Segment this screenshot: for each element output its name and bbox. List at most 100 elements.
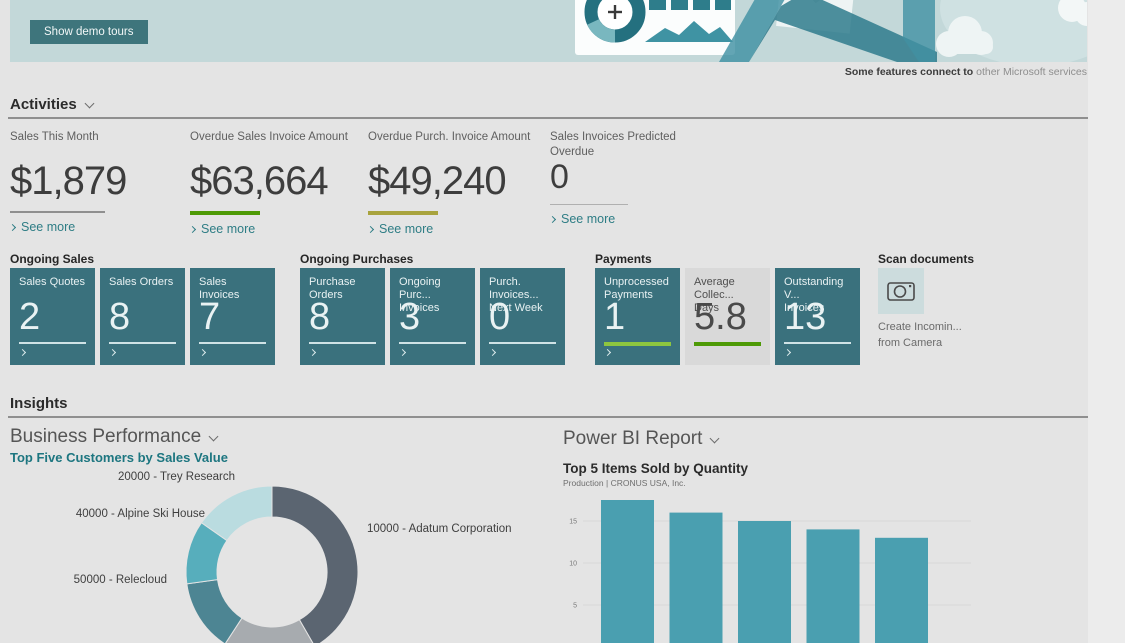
kpi-label: Sales Invoices Predicted Overdue: [550, 130, 720, 159]
bar[interactable]: [601, 500, 654, 643]
cue-tile[interactable]: Purch. Invoices...Next Week0: [480, 268, 565, 365]
kpi-value[interactable]: $49,240: [368, 159, 538, 203]
scan-documents-caption[interactable]: Create Incomin...from Camera: [878, 320, 962, 352]
tile-group-title: Ongoing Purchases: [300, 252, 413, 266]
chevron-right-icon: [784, 349, 791, 356]
tile-status-underline: [694, 342, 761, 346]
camera-icon: [878, 268, 924, 314]
donut-segment[interactable]: [272, 486, 358, 643]
microsoft-services-footnote: Some features connect to other Microsoft…: [845, 66, 1087, 78]
kpi-label: Sales This Month: [10, 130, 180, 159]
cue-tile[interactable]: Sales Invoices7: [190, 268, 275, 365]
insights-divider: [8, 416, 1088, 418]
tile-value: 7: [199, 298, 220, 336]
chevron-right-icon: [399, 349, 406, 356]
kpi-0: Sales This Month$1,879 See more: [10, 130, 180, 234]
bar[interactable]: [670, 513, 723, 643]
kpi-2: Overdue Purch. Invoice Amount$49,240See …: [368, 130, 538, 236]
donut-chart-title[interactable]: Top Five Customers by Sales Value: [10, 450, 228, 465]
tile-value: 2: [19, 298, 40, 336]
kpi-status-underline: [10, 211, 105, 213]
kpi-3: Sales Invoices Predicted Overdue0 See mor…: [550, 130, 720, 226]
chevron-right-icon: [199, 349, 206, 356]
cue-tile[interactable]: Purchase Orders8: [300, 268, 385, 365]
chevron-right-icon: [489, 349, 496, 356]
kpi-status-underline: [190, 211, 260, 215]
scan-documents-title: Scan documents: [878, 252, 974, 266]
see-more-link[interactable]: See more: [550, 212, 720, 226]
see-more-link[interactable]: See more: [10, 220, 180, 234]
business-performance-header[interactable]: Business Performance: [10, 426, 217, 448]
scan-documents-tile[interactable]: [878, 268, 924, 314]
kpi-status-underline: [368, 211, 438, 215]
chevron-right-icon: [309, 349, 316, 356]
chevron-right-icon: [189, 226, 196, 233]
kpi-value[interactable]: 0: [550, 159, 720, 196]
powerbi-report-title: Power BI Report: [563, 428, 702, 449]
donut-segment-label: 20000 - Trey Research: [100, 471, 235, 483]
kpi-value[interactable]: $1,879: [10, 159, 180, 203]
welcome-banner: Show demo tours: [10, 0, 1087, 62]
chevron-right-icon: [367, 226, 374, 233]
tile-label: Sales Orders: [109, 276, 176, 289]
footnote-text: Some features connect to: [845, 66, 973, 78]
chevron-right-icon: [109, 349, 116, 356]
chevron-down-icon: [710, 434, 720, 444]
tile-status-underline: [399, 342, 466, 344]
bar[interactable]: [875, 538, 928, 643]
tile-status-underline: [19, 342, 86, 344]
chevron-right-icon: [549, 216, 556, 223]
donut-segment-label: 10000 - Adatum Corporation: [367, 523, 507, 535]
tile-status-underline: [309, 342, 376, 344]
tile-value: 1: [604, 298, 625, 336]
cue-tile[interactable]: Average Collec...Days5.8: [685, 268, 770, 365]
kpi-label: Overdue Sales Invoice Amount: [190, 130, 360, 159]
cue-tile[interactable]: Sales Orders8: [100, 268, 185, 365]
footnote-link-text[interactable]: other Microsoft services: [976, 66, 1087, 78]
cue-tile[interactable]: Ongoing Purc...Invoices3: [390, 268, 475, 365]
activities-header[interactable]: Activities: [10, 96, 93, 113]
business-performance-title: Business Performance: [10, 426, 201, 447]
bar-chart-title: Top 5 Items Sold by Quantity: [563, 461, 748, 476]
chevron-down-icon: [84, 99, 94, 109]
tile-status-underline: [784, 342, 851, 344]
kpi-status-underline: [550, 204, 628, 205]
chevron-down-icon: [209, 432, 219, 442]
kpi-value[interactable]: $63,664: [190, 159, 360, 203]
see-more-link[interactable]: See more: [190, 222, 360, 236]
chevron-right-icon: [9, 224, 16, 231]
tile-status-underline: [199, 342, 266, 344]
see-more-link[interactable]: See more: [368, 222, 538, 236]
show-demo-tours-button[interactable]: Show demo tours: [30, 20, 148, 44]
tile-value: 0: [489, 298, 510, 336]
donut-segment-label: 50000 - Relecloud: [60, 574, 167, 586]
bar[interactable]: [807, 529, 860, 643]
activities-title: Activities: [10, 96, 77, 113]
bar[interactable]: [738, 521, 791, 643]
activities-divider: [8, 117, 1088, 119]
banner-illustration: [567, 0, 1087, 62]
chevron-right-icon: [604, 349, 611, 356]
tile-value: 13: [784, 298, 826, 336]
tile-group-title: Ongoing Sales: [10, 252, 94, 266]
cue-tile[interactable]: Sales Quotes 2: [10, 268, 95, 365]
tile-status-underline: [604, 342, 671, 346]
y-axis-tick: 15: [569, 519, 577, 526]
tile-value: 8: [309, 298, 330, 336]
cue-tile[interactable]: UnprocessedPayments1: [595, 268, 680, 365]
y-axis-tick: 5: [573, 603, 577, 610]
tile-status-underline: [489, 342, 556, 344]
page-right-margin: [1088, 0, 1125, 643]
powerbi-report-header[interactable]: Power BI Report: [563, 428, 718, 450]
tile-group-title: Payments: [595, 252, 652, 266]
cue-tile[interactable]: Outstanding V...Invoices13: [775, 268, 860, 365]
donut-segment-label: 40000 - Alpine Ski House: [60, 508, 205, 520]
tile-value: 3: [399, 298, 420, 336]
insights-header: Insights: [10, 395, 68, 412]
y-axis-tick: 10: [569, 561, 577, 568]
kpi-1: Overdue Sales Invoice Amount$63,664 See m…: [190, 130, 360, 236]
tile-status-underline: [109, 342, 176, 344]
tile-label: Sales Quotes: [19, 276, 86, 289]
tile-value: 5.8: [694, 298, 747, 336]
chevron-right-icon: [19, 349, 26, 356]
